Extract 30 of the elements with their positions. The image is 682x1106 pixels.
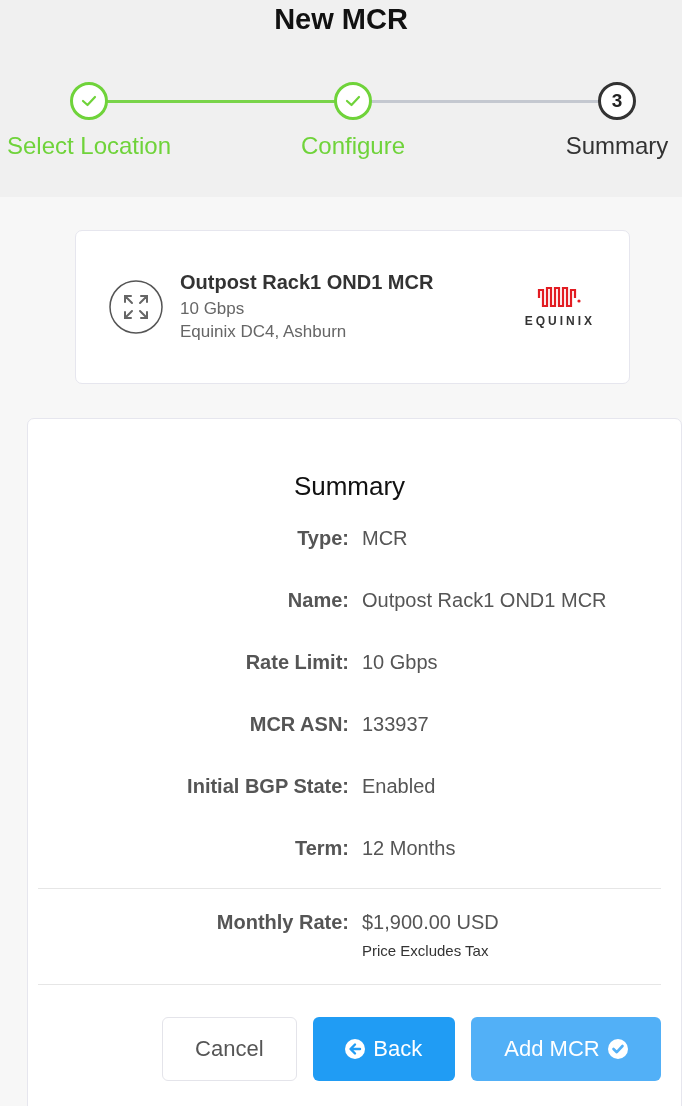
back-button[interactable]: Back (312, 1017, 456, 1081)
page-title: New MCR (273, 2, 409, 37)
field-label: MCR ASN: (248, 713, 349, 736)
field-label: Rate Limit: (244, 651, 349, 674)
step-number: 3 (598, 82, 636, 120)
field-value: 10 Gbps (362, 651, 438, 674)
logo-text: EQUINIX (524, 314, 595, 328)
port-speed: 10 Gbps (180, 298, 246, 320)
step-label[interactable]: Configure (300, 132, 406, 160)
field-label: Type: (296, 527, 349, 550)
tax-note: Price Excludes Tax (362, 942, 490, 959)
field-value: 12 Months (362, 837, 456, 860)
cancel-button[interactable]: Cancel (162, 1017, 297, 1081)
step-label[interactable]: Select Location (6, 132, 172, 160)
field-label: Name: (286, 589, 349, 612)
field-value: Enabled (362, 775, 436, 798)
port-location: Equinix DC4, Ashburn (180, 321, 348, 343)
field-label: Monthly Rate: (215, 911, 349, 934)
field-value: Outpost Rack1 OND1 MCR (362, 589, 607, 612)
summary-title: Summary (292, 471, 407, 502)
field-value: MCR (362, 527, 408, 550)
port-icon (109, 280, 163, 334)
field-value: 133937 (362, 713, 429, 736)
logo-mark-icon (536, 286, 583, 308)
step-label[interactable]: Summary (565, 132, 669, 160)
field-value: $1,900.00 USD (362, 911, 499, 934)
port-name: Outpost Rack1 OND1 MCR (180, 271, 435, 294)
check-circle-icon (607, 1039, 628, 1059)
field-label: Term: (293, 837, 349, 860)
field-label: Initial BGP State: (186, 775, 349, 798)
